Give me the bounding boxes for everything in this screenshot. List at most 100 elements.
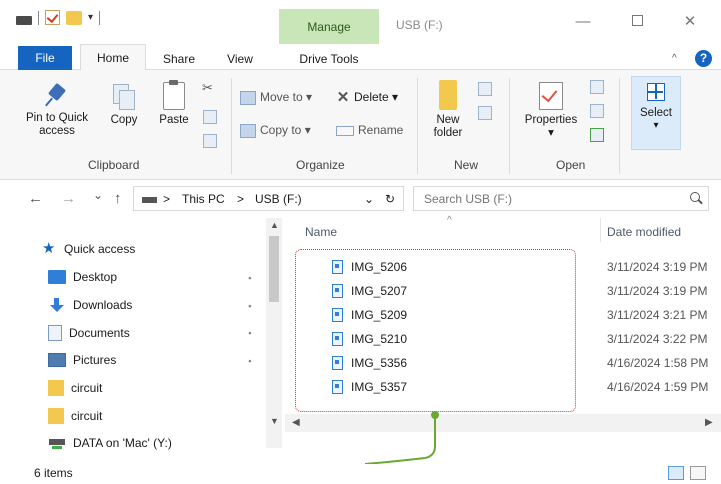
search-input[interactable]	[424, 190, 674, 208]
refresh-icon[interactable]: ↻	[385, 192, 395, 206]
network-drive-icon	[48, 436, 66, 450]
customize-toolbar-icon[interactable]: ▾	[88, 12, 93, 23]
move-to-button[interactable]: Move to ▾	[240, 90, 312, 105]
nav-folder-circuit[interactable]: circuit	[48, 380, 102, 396]
tab-drive-tools[interactable]: Drive Tools	[279, 48, 379, 70]
properties-icon[interactable]	[45, 10, 60, 25]
breadcrumb-this-pc[interactable]: This PC	[182, 192, 225, 206]
properties-button[interactable]: Properties ▾	[518, 82, 584, 140]
open-icon[interactable]	[590, 80, 604, 94]
search-icon[interactable]	[690, 192, 700, 202]
back-button[interactable]: ←	[28, 190, 43, 207]
delete-icon: ✕	[336, 88, 350, 106]
title-bar: ▾ Manage USB (F:) — ✕	[0, 0, 721, 44]
copy-path-icon[interactable]	[203, 110, 217, 124]
pin-icon[interactable]: ⬝	[244, 273, 255, 285]
paste-label: Paste	[159, 114, 189, 126]
minimize-button[interactable]: —	[573, 13, 593, 31]
folder-icon	[48, 380, 64, 396]
address-bar[interactable]: > This PC > USB (F:) ⌄ ↻	[133, 186, 404, 211]
drive-icon	[142, 197, 157, 203]
nav-label: Documents	[69, 326, 130, 340]
dropdown-icon: ▾	[548, 127, 554, 139]
new-group-label: New	[454, 158, 479, 172]
tab-view[interactable]: View	[218, 48, 262, 70]
dropdown-icon: ▾	[306, 90, 313, 104]
nav-scrollbar[interactable]: ▲ ▼	[266, 218, 282, 448]
nav-desktop[interactable]: Desktop	[48, 270, 117, 284]
paste-button[interactable]: Paste	[154, 80, 194, 127]
paste-shortcut-icon[interactable]	[203, 134, 217, 148]
large-icons-view-button[interactable]	[690, 466, 706, 480]
forward-button[interactable]: →	[61, 190, 76, 207]
breadcrumb-usb[interactable]: USB (F:)	[255, 192, 302, 206]
nav-downloads[interactable]: Downloads	[48, 298, 132, 312]
maximize-button[interactable]	[627, 13, 647, 31]
nav-network-drive[interactable]: DATA on 'Mac' (Y:)	[48, 436, 172, 450]
folder-icon	[439, 80, 457, 110]
pin-label-line1: Pin to Quick	[26, 112, 88, 124]
details-view-button[interactable]	[668, 466, 684, 480]
pin-icon[interactable]: ⬝	[244, 356, 255, 368]
new-folder-icon[interactable]	[66, 10, 82, 25]
tab-share[interactable]: Share	[152, 48, 206, 70]
nav-folder-circuit[interactable]: circuit	[48, 408, 102, 424]
pictures-icon	[48, 353, 66, 367]
cut-icon[interactable]: ✂	[202, 80, 216, 95]
help-icon[interactable]: ?	[695, 50, 712, 67]
copy-to-label: Copy to	[260, 123, 302, 137]
nav-label: Downloads	[73, 298, 133, 312]
select-button[interactable]: Select ▾	[631, 76, 681, 150]
file-list: ^ Name Date modified IMG_5206 3/11/2024 …	[285, 215, 721, 464]
callout-dot	[431, 411, 439, 419]
scroll-up-icon[interactable]: ▲	[270, 220, 279, 230]
history-icon[interactable]	[590, 128, 604, 142]
ribbon-tabs: File Home Share View Drive Tools ^ ?	[0, 44, 721, 71]
new-folder-button[interactable]: New folder	[426, 80, 470, 140]
new-folder-label-line1: New	[436, 114, 460, 126]
nav-label: Quick access	[64, 242, 136, 256]
pin-icon[interactable]: ⬝	[244, 301, 255, 313]
search-box[interactable]	[413, 186, 709, 211]
nav-quick-access[interactable]: ★ Quick access	[42, 240, 136, 257]
pin-icon[interactable]: ⬝	[244, 328, 255, 340]
up-button[interactable]: ↑	[114, 190, 122, 207]
rename-button[interactable]: Rename	[336, 123, 403, 137]
address-dropdown-icon[interactable]: ⌄	[364, 192, 374, 206]
delete-label: Delete	[354, 90, 389, 104]
pin-to-quick-access-button[interactable]: Pin to Quick access	[22, 84, 92, 138]
collapse-ribbon-icon[interactable]: ^	[672, 53, 677, 64]
nav-label: circuit	[71, 409, 103, 423]
nav-pictures[interactable]: Pictures	[48, 353, 116, 367]
properties-icon	[539, 82, 563, 110]
toolbar-divider	[38, 10, 39, 25]
easy-access-icon[interactable]	[478, 106, 492, 120]
callout-line	[364, 415, 436, 464]
status-bar: 6 items	[0, 464, 721, 484]
tab-file[interactable]: File	[18, 46, 72, 70]
dropdown-icon: ▾	[392, 90, 399, 104]
recent-locations-button[interactable]: ⌄	[93, 188, 103, 202]
copy-button[interactable]: Copy	[104, 84, 144, 127]
close-button[interactable]: ✕	[680, 13, 700, 31]
tab-home[interactable]: Home	[80, 44, 146, 71]
maximize-icon	[631, 15, 643, 26]
dropdown-icon: ▾	[653, 120, 659, 131]
star-icon: ★	[42, 240, 56, 257]
pin-label-line2: access	[39, 125, 75, 137]
scrollbar-thumb[interactable]	[269, 236, 279, 302]
drive-icon[interactable]	[16, 16, 32, 25]
group-divider	[231, 78, 232, 174]
edit-icon[interactable]	[590, 104, 604, 118]
copy-to-icon	[240, 123, 256, 138]
properties-label: Properties	[524, 114, 578, 126]
group-divider	[509, 78, 510, 174]
copy-to-button[interactable]: Copy to ▾	[240, 123, 311, 138]
scroll-down-icon[interactable]: ▼	[270, 416, 279, 426]
address-row: ← → ⌄ ↑ > This PC > USB (F:) ⌄ ↻	[0, 180, 721, 218]
select-all-icon	[647, 83, 665, 101]
new-item-icon[interactable]	[478, 82, 492, 96]
delete-button[interactable]: ✕ Delete ▾	[336, 90, 398, 105]
nav-documents[interactable]: Documents	[48, 325, 130, 341]
tab-manage[interactable]: Manage	[279, 9, 379, 44]
